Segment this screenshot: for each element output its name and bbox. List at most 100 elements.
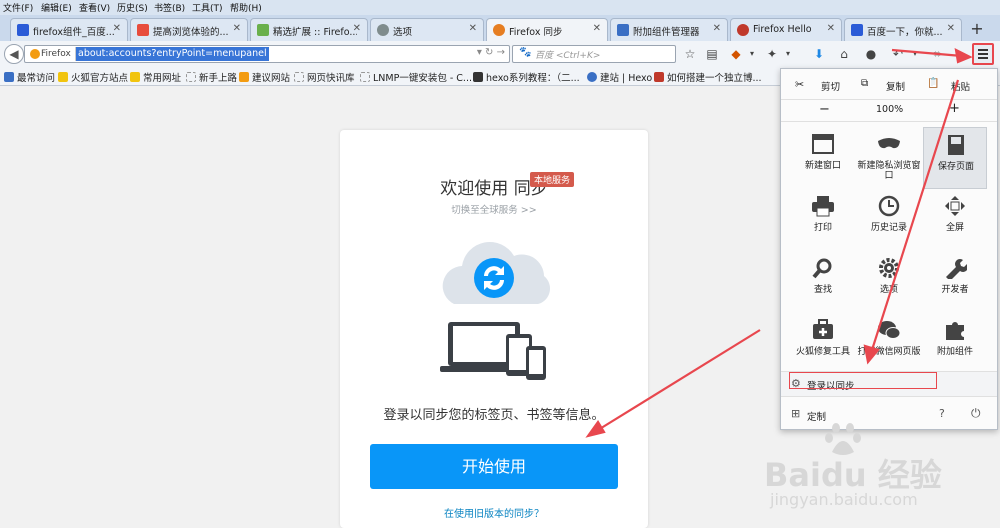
dropdown-arrow-icon[interactable]: ▾ [950,45,968,63]
open-menu-button[interactable] [972,43,994,65]
print-button[interactable]: 打印 [791,189,855,251]
old-sync-link[interactable]: 在使用旧版本的同步？ [340,505,648,520]
site-identity-button[interactable]: Firefox [27,47,76,61]
tab[interactable]: 精选扩展 :: Firefo... ✕ [250,18,368,41]
tab[interactable]: 提高浏览体验的... ✕ [130,18,248,41]
bookmark-star-icon[interactable]: ☆ [681,45,699,63]
panel-item-label: 打印 [813,223,832,233]
undo-icon[interactable]: ↶ [889,45,907,63]
folder-icon [58,72,68,82]
save-page-button[interactable]: 保存页面 [923,127,987,189]
zoom-out-button[interactable]: − [819,102,830,117]
new-tab-button[interactable]: + [966,19,988,39]
panel-item-label: 新建隐私浏览窗口 [857,161,921,181]
menu-file[interactable]: 文件(F) [3,1,33,14]
close-icon[interactable]: ✕ [593,23,601,34]
new-private-window-button[interactable]: 新建隐私浏览窗口 [857,127,921,189]
go-arrow-icon[interactable]: → [497,47,505,58]
bookmark-item[interactable]: hexo系列教程：（二... [473,70,580,84]
zoom-in-button[interactable]: + [949,101,960,116]
close-icon[interactable]: ✕ [947,23,955,34]
paste-icon[interactable]: 📋 [927,78,939,89]
zoom-level[interactable]: 100% [876,104,903,115]
bookmark-item[interactable]: 建议网站 [239,70,290,84]
url-bar[interactable]: Firefox about:accounts?entryPoint=menupa… [24,45,510,63]
close-icon[interactable]: ✕ [827,23,835,34]
menu-view[interactable]: 查看(V) [79,1,110,14]
back-button[interactable]: ◀ [4,44,24,64]
panel-item-label: 火狐修复工具 [795,347,850,357]
local-service-badge: 本地服务 [530,172,575,187]
bookmark-item[interactable]: 常用网址 [130,70,181,84]
repair-tool-button[interactable]: 火狐修复工具 [791,313,855,375]
repair-kit-icon [813,319,833,339]
tab-firefox-sync[interactable]: Firefox 同步 ✕ [486,18,608,42]
start-sync-button[interactable]: 开始使用 [370,444,618,489]
menu-history[interactable]: 历史(S) [117,1,148,14]
close-icon[interactable]: ✕ [233,23,241,34]
baidu-search-engine-icon[interactable]: 🐾 [519,47,531,58]
bookmark-item[interactable]: 火狐官方站点 [58,70,128,84]
tab[interactable]: 百度一下，你就... ✕ [844,18,962,41]
bookmark-item[interactable]: 网页快讯库 [294,70,355,84]
search-placeholder: 百度 <Ctrl+K> [535,51,601,61]
hexo-icon [473,72,483,82]
chat-icon[interactable]: ● [862,45,880,63]
crop-icon[interactable]: ⌗ [928,45,946,63]
panel-item-label: 全屏 [945,223,964,233]
dropdown-arrow-icon[interactable]: ▾ [743,45,761,63]
firefox-icon [493,24,505,36]
gear-icon [377,24,389,36]
menu-tools[interactable]: 工具(T) [192,1,223,14]
firefox-logo-icon [30,49,40,59]
panel-item-label: 附加组件 [936,347,973,357]
history-button[interactable]: 历史记录 [857,189,921,251]
fullscreen-button[interactable]: 全屏 [923,189,987,251]
find-button[interactable]: 查找 [791,251,855,313]
close-icon[interactable]: ✕ [469,23,477,34]
bookmark-item[interactable]: 如何搭建一个独立博... [654,70,762,84]
bookmark-item[interactable]: LNMP一键安装包 - C... [360,70,472,84]
reload-icon[interactable]: ↻ [485,47,493,58]
copy-button[interactable]: 复制 [886,79,905,93]
dropdown-arrow-icon[interactable]: ▾ [477,47,482,58]
close-icon[interactable]: ✕ [113,23,121,34]
search-bar[interactable]: 🐾 百度 <Ctrl+K> [512,45,676,63]
tab-label: Firefox 同步 [509,27,563,38]
addons-button[interactable]: 附加组件 [923,313,987,375]
sync-title: 欢迎使用 同步 [440,179,548,199]
close-icon[interactable]: ✕ [353,23,361,34]
bookmark-item[interactable]: 建站 | Hexo [587,70,652,84]
close-icon[interactable]: ✕ [713,23,721,34]
download-icon[interactable]: ⬇ [810,45,828,63]
bookmark-item[interactable]: 最常访问 [4,70,55,84]
cut-button[interactable]: 剪切 [821,79,840,93]
wechat-web-button[interactable]: 打开微信网页版 [857,313,921,375]
new-window-button[interactable]: 新建窗口 [791,127,855,189]
dropdown-arrow-icon[interactable]: ▾ [906,45,924,63]
baidu-paw-icon [851,24,863,36]
bookmark-label: 如何搭建一个独立博... [667,73,762,84]
options-button[interactable]: 选项 [857,251,921,313]
menu-edit[interactable]: 编辑(E) [41,1,72,14]
tab[interactable]: 附加组件管理器 ✕ [610,18,728,41]
tab[interactable]: 选项 ✕ [370,18,484,41]
cut-icon[interactable]: ✂ [795,78,804,91]
reading-list-icon[interactable]: ▤ [703,45,721,63]
tab[interactable]: Firefox Hello ✕ [730,18,842,41]
hexo-icon [587,72,597,82]
url-text[interactable]: about:accounts?entryPoint=menupanel [76,47,269,61]
sync-card: 欢迎使用 同步 本地服务 切换至全球服务 >> 登录以同步您的标签页、书签等信息… [340,130,648,528]
bookmark-item[interactable]: 新手上路 [186,70,237,84]
dropdown-arrow-icon[interactable]: ▾ [779,45,797,63]
new-window-icon [812,134,834,154]
menu-bookmarks[interactable]: 书签(B) [154,1,185,14]
switch-global-link[interactable]: 切换至全球服务 >> [340,202,648,216]
menu-help[interactable]: 帮助(H) [230,1,262,14]
copy-icon[interactable]: ⧉ [861,78,868,89]
home-icon[interactable]: ⌂ [835,45,853,63]
developer-button[interactable]: 开发者 [923,251,987,313]
paste-button[interactable]: 粘贴 [951,79,970,93]
tab-label: 附加组件管理器 [633,27,700,38]
tab[interactable]: firefox组件_百度... ✕ [10,18,128,41]
